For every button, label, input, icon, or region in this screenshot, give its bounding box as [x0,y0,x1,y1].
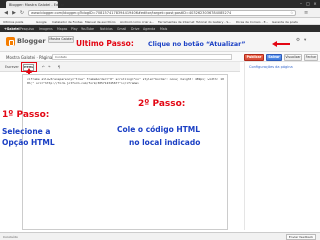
menu-wrench-icon[interactable]: ≡ [304,10,312,16]
minimize-icon[interactable]: – [298,1,304,6]
browser-tab-label: Blogger: Mostra Galotei - Editar [9,2,65,7]
preview-button[interactable]: Visualizar [284,53,302,61]
status-bar: Concluído Enviar feedback [0,232,320,240]
blog-selector-button[interactable]: Mostra Galotei [48,36,74,43]
maximize-icon[interactable]: □ [305,1,311,6]
format-icon[interactable]: ¶ [58,65,60,69]
undo-icon[interactable]: ↶ [42,65,45,69]
send-feedback-button[interactable]: Enviar feedback [286,234,316,240]
annotation-clique-atualizar: Clique no botão “Atualizar” [148,40,246,48]
publish-button[interactable]: Publicar [244,53,264,61]
gbar-item[interactable]: Gmail [117,27,126,31]
redo-icon[interactable]: ↷ [48,65,51,69]
google-bar: +Gabriel Pesquisa Imagens Mapas Play You… [0,25,320,32]
bookmark-item[interactable]: Ultimos posts [3,20,23,24]
gbar-item[interactable]: Notícias [100,27,113,31]
page-settings-sidebar: Configurações da página [244,62,320,230]
blogger-logo-text: Blogger [17,37,46,45]
blog-title: Mostra Galotei · Página [6,55,53,60]
bookmark-item[interactable]: Instalador de Fontes [52,20,83,24]
annotation-cole-line-1: Cole o código HTML [117,125,200,134]
html-editor[interactable]: <iframe allowtransparency="true" framebo… [22,74,228,230]
close-button[interactable]: Fechar [304,53,318,61]
compose-tab[interactable]: Escrever [5,65,19,69]
settings-gear-icon[interactable]: ⚙ [296,38,300,43]
close-window-icon[interactable]: × [312,1,318,6]
gbar-item[interactable]: Drive [131,27,140,31]
bookmark-star-icon[interactable]: ☆ [290,10,294,15]
annotation-selecione-line-2: Opção HTML [2,138,55,147]
annotation-arrow-line [276,42,290,45]
reload-icon[interactable]: ↻ [19,10,25,16]
bookmark-item[interactable]: Tutorial do Gallery - S... [196,20,231,24]
browser-tab-strip: Blogger: Mostra Galotei - Editar – □ × [0,0,320,8]
gbar-item[interactable]: Mais [160,27,167,31]
gbar-item[interactable]: +Gabriel [4,27,20,31]
account-icon[interactable]: ▾ [304,38,306,43]
gbar-item[interactable]: YouTube [81,27,94,31]
save-button[interactable]: Salvar [266,53,282,61]
post-title-input[interactable]: Contato [52,54,232,60]
bookmarks-bar: Ultimos posts Google Instalador de Fonte… [0,18,320,25]
back-icon[interactable]: ◀ [3,10,9,16]
gbar-item[interactable]: Play [71,27,78,31]
annotation-passo-2: 2º Passo: [138,99,186,109]
browser-tab[interactable]: Blogger: Mostra Galotei - Editar [6,1,64,8]
editor-toolbar: Escrever HTML ↶ ↷ ¶ [0,62,240,72]
address-bar: ◀ ▶ ↻ www.blogger.com/blogger.g?blogID=7… [0,8,320,18]
annotation-ultimo-passo: Ultimo Passo: [76,39,134,48]
annotation-passo-1: 1º Passo: [2,110,50,120]
blogger-header: Blogger Mostra Galotei Ultimo Passo: Cli… [0,32,320,52]
bookmark-item[interactable]: Google [36,20,47,24]
bookmark-item[interactable]: Gerente de posts [272,20,298,24]
url-input[interactable]: www.blogger.com/blogger.g?blogID=7081574… [28,10,296,16]
gbar-item[interactable]: Agenda [143,27,155,31]
annotation-cole-line-2: no local indicado [129,138,201,147]
status-text: Concluído [3,235,18,239]
blogger-logo-icon [6,37,15,46]
bookmark-item[interactable]: Dicas de Correio - E... [236,20,268,24]
post-title-bar: Mostra Galotei · Página Contato Publicar… [0,52,320,62]
forward-icon[interactable]: ▶ [11,10,17,16]
bookmark-item[interactable]: Android como criar e... [120,20,154,24]
page-settings-link[interactable]: Configurações da página [249,65,293,69]
bookmark-item[interactable]: Ferramentas de Internet [158,20,194,24]
gbar-item[interactable]: Imagens [39,27,53,31]
gbar-item[interactable]: Mapas [57,27,67,31]
bookmark-item[interactable]: Manual de escritório [85,20,116,24]
html-code: <iframe allowtransparency="true" framebo… [27,77,224,85]
annotation-selecione-line-1: Selecione a [2,127,51,136]
gbar-item[interactable]: Pesquisa [20,27,34,31]
